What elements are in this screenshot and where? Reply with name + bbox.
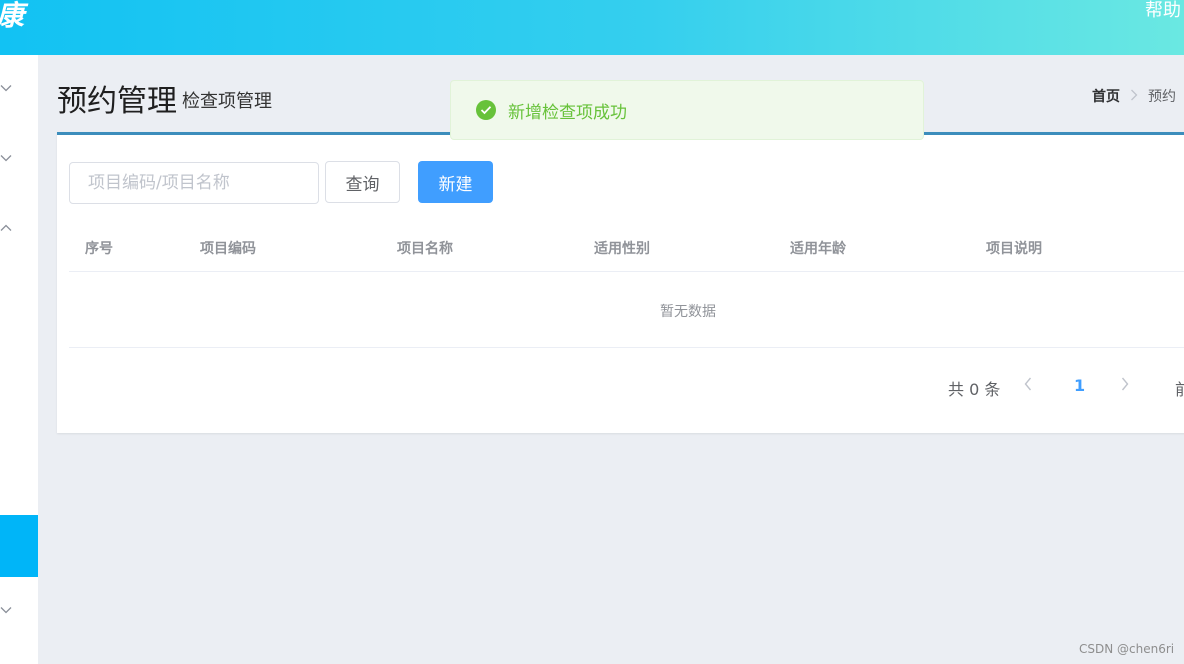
breadcrumb: 首页 预约 [1092, 86, 1176, 106]
success-toast: 新增检查项成功 [450, 80, 924, 140]
table-header: 序号 项目编码 项目名称 适用性别 适用年龄 项目说明 [69, 223, 1184, 272]
query-button[interactable]: 查询 [325, 161, 400, 203]
search-input[interactable] [69, 162, 319, 204]
column-header-name[interactable]: 项目名称 [397, 238, 453, 258]
check-circle-icon [476, 100, 496, 120]
breadcrumb-home[interactable]: 首页 [1092, 86, 1120, 106]
new-button[interactable]: 新建 [418, 161, 493, 203]
pagination-goto: 前 [1175, 380, 1184, 399]
column-header-code[interactable]: 项目编码 [200, 238, 256, 258]
help-link[interactable]: 帮助 [1145, 0, 1181, 22]
column-header-age[interactable]: 适用年龄 [790, 238, 846, 258]
chevron-up-icon[interactable] [0, 222, 12, 234]
breadcrumb-current: 预约 [1148, 89, 1176, 105]
top-header: 康 帮助 [0, 0, 1184, 55]
chevron-right-icon [1130, 89, 1138, 104]
toast-message: 新增检查项成功 [508, 102, 627, 123]
pagination-total: 共 0 条 [948, 380, 1001, 399]
sidebar [0, 55, 38, 664]
watermark: CSDN @chen6ri [1079, 642, 1175, 656]
empty-text: 暂无数据 [660, 304, 716, 320]
column-header-sex[interactable]: 适用性别 [594, 238, 650, 258]
pagination-prev-icon[interactable] [1024, 376, 1032, 395]
column-header-remark[interactable]: 项目说明 [986, 238, 1042, 258]
chevron-down-icon[interactable] [0, 604, 12, 616]
column-header-index[interactable]: 序号 [85, 238, 113, 258]
chevron-down-icon[interactable] [0, 82, 12, 94]
page-title: 预约管理 [57, 84, 177, 119]
logo: 康 [0, 0, 24, 34]
chevron-down-icon[interactable] [0, 152, 12, 164]
table-empty-row: 暂无数据 [69, 272, 1184, 348]
page-subtitle: 检查项管理 [182, 91, 272, 112]
pagination-next-icon[interactable] [1121, 376, 1129, 395]
content-panel: 查询 新建 序号 项目编码 项目名称 适用性别 适用年龄 项目说明 暂无数据 共… [57, 132, 1184, 433]
sidebar-item-active[interactable] [0, 515, 38, 577]
pagination-page[interactable]: 1 [1074, 376, 1085, 395]
app-window: 康 帮助 预约管理 检查项管理 首页 预约 查询 新建 序号 项 [0, 0, 1184, 664]
